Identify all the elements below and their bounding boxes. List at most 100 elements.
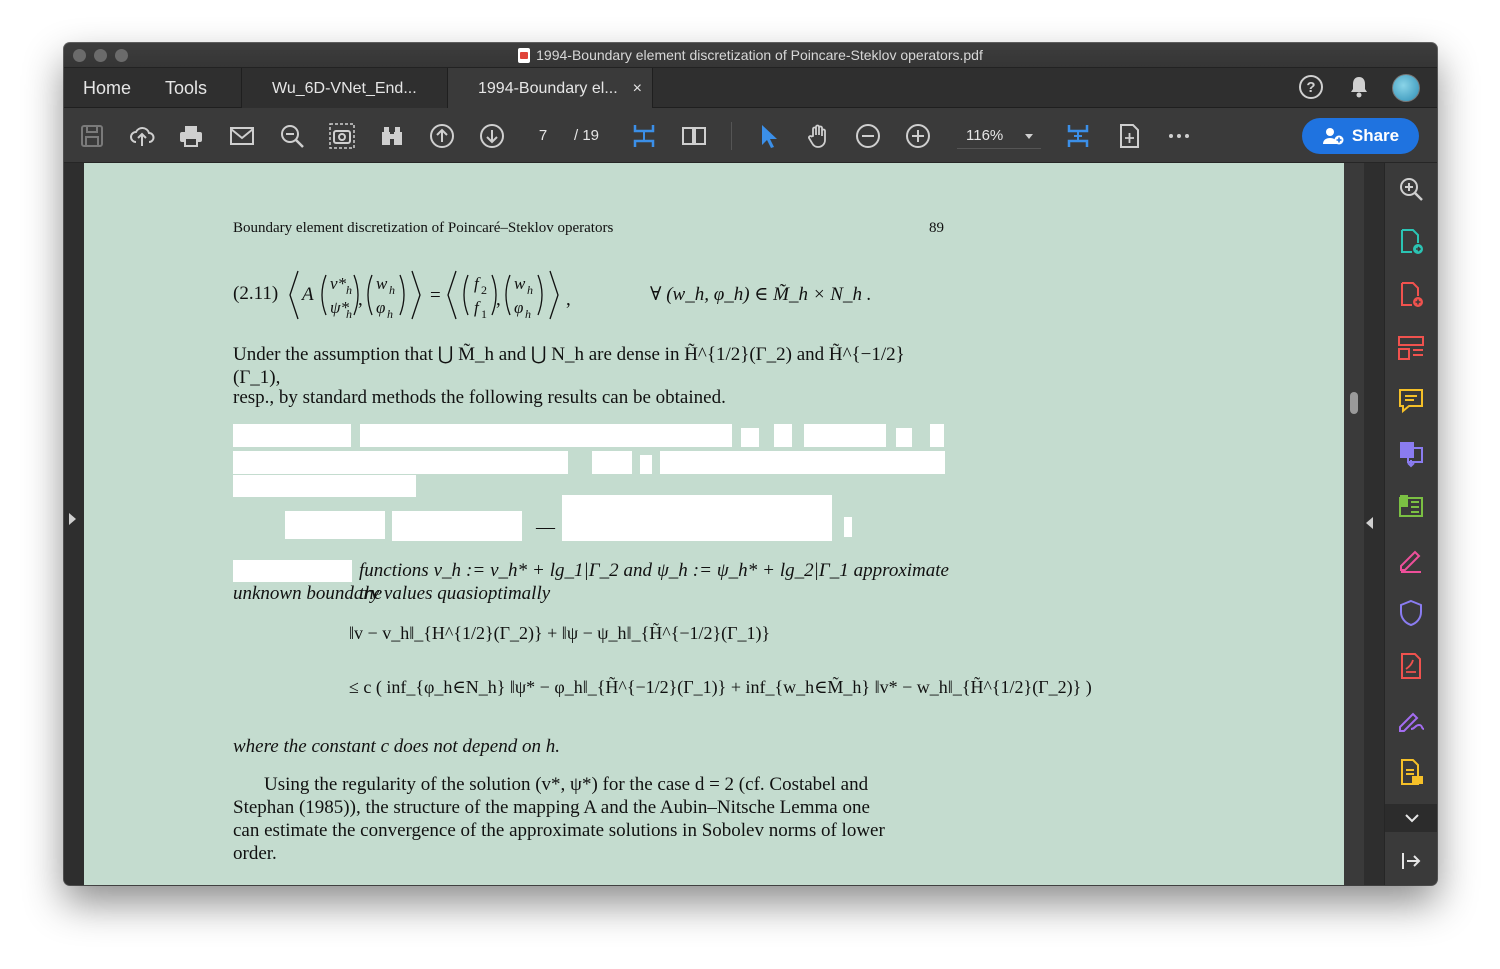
snapshot-icon[interactable] <box>328 122 356 150</box>
paragraph-line: Using the regularity of the solution (v*… <box>264 774 869 795</box>
redacted-block <box>562 495 832 541</box>
pdf-file-icon <box>518 48 531 63</box>
redacted-block <box>844 517 852 537</box>
redacted-block <box>285 511 385 539</box>
send-review-icon[interactable] <box>1397 758 1425 786</box>
create-pdf-icon[interactable] <box>1397 281 1425 309</box>
paragraph-assumption-line2: resp., by standard methods the following… <box>233 387 726 408</box>
window-controls <box>73 49 128 62</box>
share-button[interactable]: Share <box>1302 118 1419 154</box>
paragraph-functions-line2: unknown boundary values quasioptimally <box>233 583 551 604</box>
print-icon[interactable] <box>177 122 205 150</box>
expand-icon[interactable] <box>1385 804 1437 832</box>
scroll-mode-icon[interactable] <box>1064 122 1092 150</box>
svg-text:h: h <box>527 283 533 297</box>
close-window-button[interactable] <box>73 49 86 62</box>
paragraph-line: Stephan (1985)), the structure of the ma… <box>233 797 870 818</box>
export-pdf-icon[interactable] <box>1397 228 1425 256</box>
tab-document-label: Wu_6D-VNet_End... <box>272 80 417 97</box>
page-number: 89 <box>929 220 944 236</box>
page-up-icon[interactable] <box>428 122 456 150</box>
tab-document-label: 1994-Boundary el... <box>478 80 618 97</box>
svg-text:2: 2 <box>481 283 487 297</box>
equation-quantifier: ∀ (w_h, φ_h) ∈ M̃_h × N_h . <box>650 284 872 305</box>
chevron-down-icon <box>1025 134 1033 139</box>
vertical-scrollbar[interactable] <box>1344 163 1364 885</box>
paragraph-line: can estimate the convergence of the appr… <box>233 820 885 841</box>
tab-document-boundary[interactable]: 1994-Boundary el... × <box>447 68 653 108</box>
help-icon[interactable]: ? <box>1299 75 1323 99</box>
zoom-level-select[interactable]: 116% <box>957 123 1041 149</box>
redacted-block <box>774 424 792 447</box>
zoom-in-icon[interactable] <box>904 122 932 150</box>
compress-pdf-icon[interactable] <box>1397 652 1425 680</box>
notification-bell-icon[interactable] <box>1348 75 1370 99</box>
zoom-search-icon[interactable] <box>1397 175 1425 203</box>
zoom-window-button[interactable] <box>115 49 128 62</box>
inequality-line1: ‖v − v_h‖_{H^{1/2}(Γ_2)} + ‖ψ − ψ_h‖_{H̃… <box>349 623 771 643</box>
paragraph-assumption-line1: Under the assumption that ⋃ M̃_h and ⋃ N… <box>233 344 905 388</box>
user-avatar[interactable] <box>1392 74 1420 102</box>
svg-text:w: w <box>376 274 388 293</box>
search-icon[interactable] <box>278 122 306 150</box>
upload-cloud-icon[interactable] <box>128 122 156 150</box>
scrollbar-thumb[interactable] <box>1350 392 1358 414</box>
svg-text:,: , <box>358 289 363 310</box>
svg-text:φ: φ <box>376 298 385 317</box>
tab-home[interactable]: Home <box>83 68 131 108</box>
share-button-label: Share <box>1351 126 1400 145</box>
mail-icon[interactable] <box>228 122 256 150</box>
redacted-block <box>930 424 944 447</box>
fill-sign-icon[interactable] <box>1397 546 1425 574</box>
redacted-block <box>233 424 351 447</box>
more-icon[interactable] <box>1165 122 1193 150</box>
binoculars-icon[interactable] <box>378 122 406 150</box>
save-icon[interactable] <box>78 122 106 150</box>
redacted-block <box>592 451 632 474</box>
svg-text:h: h <box>346 307 352 321</box>
main-toolbar: 7 / 19 116% Share <box>64 109 1437 163</box>
svg-text:,: , <box>496 289 501 310</box>
title-bar: 1994-Boundary element discretization of … <box>64 43 1437 68</box>
request-signature-icon[interactable] <box>1397 705 1425 733</box>
paragraph-where: where the constant c does not depend on … <box>233 736 560 757</box>
right-panel-toggle-icon[interactable] <box>1366 517 1373 529</box>
zoom-out-icon[interactable] <box>854 122 882 150</box>
combine-files-icon[interactable] <box>1397 440 1425 468</box>
acrobat-window: 1994-Boundary element discretization of … <box>64 43 1437 885</box>
comment-icon[interactable] <box>1397 387 1425 415</box>
redacted-block <box>741 428 759 447</box>
svg-text:h: h <box>387 307 393 321</box>
minimize-window-button[interactable] <box>94 49 107 62</box>
right-tools-panel <box>1384 163 1437 885</box>
svg-text:w: w <box>514 274 526 293</box>
svg-text:f: f <box>474 274 481 293</box>
tab-tools[interactable]: Tools <box>165 68 207 108</box>
tab-document-wu[interactable]: Wu_6D-VNet_End... <box>241 68 447 108</box>
close-tab-button[interactable]: × <box>633 68 642 110</box>
select-cursor-icon[interactable] <box>754 122 782 150</box>
protect-icon[interactable] <box>1397 599 1425 627</box>
organize-pages-icon[interactable] <box>1397 334 1425 362</box>
document-viewport[interactable]: Boundary element discretization of Poinc… <box>64 163 1384 885</box>
svg-text:1: 1 <box>481 307 487 321</box>
fit-page-icon[interactable] <box>1115 122 1143 150</box>
equation-label: (2.11) <box>233 283 279 304</box>
page-number-input[interactable]: 7 <box>526 123 560 149</box>
page-down-icon[interactable] <box>478 122 506 150</box>
paragraph-line: order. <box>233 843 277 864</box>
redacted-block <box>660 451 945 474</box>
svg-text:φ: φ <box>514 298 523 317</box>
fit-width-icon[interactable] <box>630 122 658 150</box>
redacted-block <box>233 451 568 474</box>
redacted-block <box>804 424 886 447</box>
hand-icon[interactable] <box>804 122 832 150</box>
redacted-block <box>233 475 416 497</box>
tab-bar: Home Tools Wu_6D-VNet_End... 1994-Bounda… <box>64 68 1437 108</box>
two-page-icon[interactable] <box>680 122 708 150</box>
svg-text:v*: v* <box>330 274 347 293</box>
left-panel-toggle-icon[interactable] <box>69 513 76 525</box>
collapse-panel-icon[interactable] <box>1397 847 1425 875</box>
redacted-block <box>896 428 912 447</box>
edit-pdf-icon[interactable] <box>1397 493 1425 521</box>
